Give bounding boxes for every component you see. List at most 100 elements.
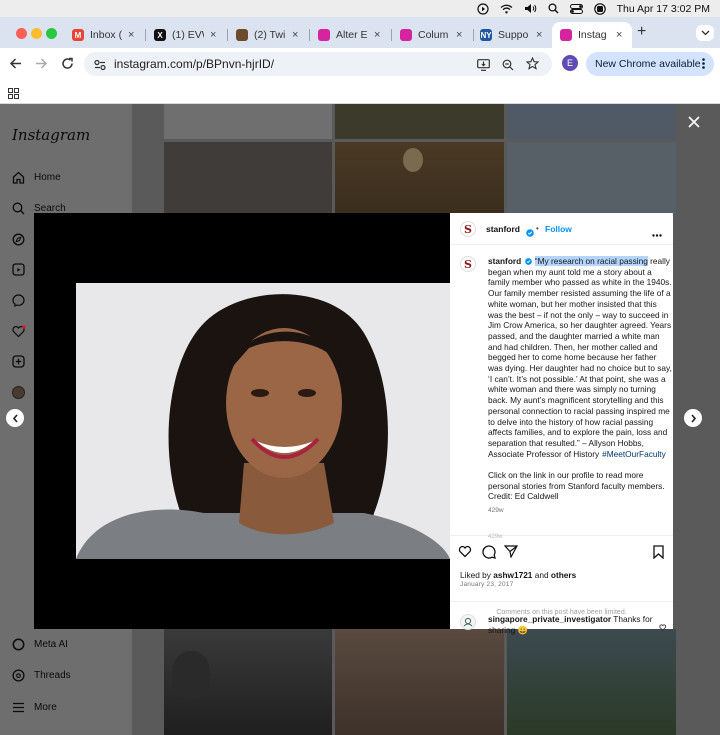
grid-tile[interactable]	[335, 142, 504, 214]
tab-7[interactable]: Instag ×	[552, 22, 632, 48]
more-options-icon[interactable]	[652, 224, 662, 242]
caption-age: 429w	[488, 507, 504, 515]
comment-like-heart-icon[interactable]	[659, 618, 667, 636]
tab-label: Alter Eg	[336, 29, 368, 41]
new-tab-button[interactable]: +	[637, 23, 646, 41]
close-tab-icon[interactable]: ×	[210, 29, 216, 41]
tab-1[interactable]: M Inbox (×	[64, 22, 146, 48]
close-modal-icon[interactable]	[688, 115, 700, 133]
caption-line: white woman, but her mother insisted tha…	[488, 299, 668, 310]
siri-icon[interactable]	[593, 2, 606, 15]
tab-search-button[interactable]	[696, 25, 714, 41]
spotlight-search-icon[interactable]	[548, 2, 559, 15]
liked-by-user[interactable]: ashw1721	[493, 570, 532, 580]
save-bookmark-icon[interactable]	[653, 545, 664, 564]
tab-2[interactable]: X (1) EVW ×	[146, 22, 228, 48]
address-bar[interactable]: instagram.com/p/BPnvn-hjrID/	[84, 52, 552, 76]
explore-icon[interactable]	[12, 233, 25, 251]
close-tab-icon[interactable]: ×	[616, 29, 622, 41]
notifications-heart-icon[interactable]	[12, 325, 26, 343]
caption-line-text: passed, and the daughter married a white…	[488, 330, 660, 341]
close-tab-icon[interactable]: ×	[536, 29, 542, 41]
close-tab-icon[interactable]: ×	[456, 29, 462, 41]
control-center-icon[interactable]	[569, 2, 583, 15]
tab-label: Instag	[578, 29, 607, 41]
site-settings-icon[interactable]	[94, 58, 106, 76]
grid-tile[interactable]	[507, 629, 676, 735]
grid-tile[interactable]	[335, 629, 504, 735]
tab-3[interactable]: (2) Twi ×	[228, 22, 310, 48]
sidebar-item-label: More	[34, 702, 57, 713]
caption-line: ‘I can’t. It’s not possible.’ At that po…	[488, 374, 668, 385]
comment-bubble-icon[interactable]	[482, 545, 496, 564]
close-tab-icon[interactable]: ×	[292, 29, 298, 41]
sidebar-item-meta-ai[interactable]: Meta AI	[12, 638, 68, 651]
profile-avatar[interactable]: E	[562, 55, 578, 71]
grid-tile[interactable]	[164, 104, 332, 139]
reels-icon[interactable]	[12, 263, 25, 281]
share-send-icon[interactable]	[503, 545, 519, 563]
reload-button[interactable]	[61, 57, 74, 75]
caption-line: Credit: Ed Caldwell	[488, 491, 559, 502]
caption-line: Associate Professor of History #MeetOurFa…	[488, 449, 668, 460]
post-photo[interactable]	[34, 213, 450, 629]
previous-post-button[interactable]	[6, 409, 24, 427]
like-heart-icon[interactable]	[458, 545, 473, 563]
grid-tile[interactable]	[164, 629, 332, 735]
stanford-avatar[interactable]: S	[460, 221, 476, 237]
apps-grid-icon[interactable]	[8, 86, 19, 104]
liked-by-others[interactable]: others	[551, 570, 576, 580]
window-close-button[interactable]	[16, 28, 27, 39]
tab-4[interactable]: Alter Eg ×	[310, 22, 392, 48]
grid-tile[interactable]	[164, 142, 332, 214]
grid-tile[interactable]	[507, 142, 676, 214]
sidebar-item-home[interactable]: Home	[12, 171, 61, 184]
grid-tile[interactable]	[335, 104, 504, 139]
sidebar-item-threads[interactable]: Threads	[12, 669, 71, 682]
follow-button[interactable]: Follow	[545, 224, 572, 234]
post-author-username[interactable]: stanford	[486, 224, 520, 234]
actions-divider	[450, 535, 673, 536]
install-app-icon[interactable]	[477, 58, 490, 76]
caption-line: passed, and the daughter married a white…	[488, 331, 668, 342]
window-zoom-button[interactable]	[46, 28, 57, 39]
zoom-icon[interactable]	[502, 58, 514, 76]
window-minimize-button[interactable]	[31, 28, 42, 39]
close-tab-icon[interactable]: ×	[374, 29, 380, 41]
instagram-logo[interactable]: Instagram	[12, 126, 90, 144]
caption-author-avatar[interactable]: S	[460, 256, 476, 272]
create-icon[interactable]	[12, 355, 25, 373]
tab-label: (1) EVW	[172, 29, 204, 41]
commenter-avatar[interactable]	[460, 614, 476, 630]
tab-6[interactable]: NY Suppo ×	[472, 22, 554, 48]
liked-by: Liked by ashw1721 and others	[460, 570, 576, 581]
messenger-icon[interactable]	[12, 294, 25, 312]
play-icon[interactable]	[477, 2, 489, 15]
kebab-menu-icon	[702, 58, 705, 72]
caption-author-username[interactable]: stanford	[488, 256, 521, 266]
url-text[interactable]: instagram.com/p/BPnvn-hjrID/	[114, 57, 274, 71]
grid-tile[interactable]	[507, 104, 676, 139]
wifi-icon[interactable]	[500, 2, 513, 15]
volume-icon[interactable]	[524, 2, 537, 15]
tab-label: Inbox (	[90, 29, 122, 41]
close-tab-icon[interactable]: ×	[128, 29, 134, 41]
x-icon: X	[154, 29, 166, 41]
profile-avatar-icon[interactable]	[12, 386, 25, 399]
sidebar-item-more[interactable]: More	[12, 701, 57, 714]
tab-strip: MInbox (×X(1) EVW×(2) Twi×Alter Eg×Colum…	[0, 17, 720, 48]
caption-line: to delve into the history of how racial …	[488, 417, 668, 428]
hashtag-link[interactable]: #MeetOurFaculty	[602, 449, 666, 459]
menubar-clock[interactable]: Thu Apr 17 3:02 PM	[617, 2, 710, 15]
tab-5[interactable]: Colum ×	[392, 22, 474, 48]
next-post-button[interactable]	[684, 409, 702, 427]
verified-badge-icon	[524, 257, 532, 265]
new-chrome-available-button[interactable]: New Chrome available	[586, 52, 714, 76]
forward-button[interactable]	[35, 57, 48, 75]
chandelier-shape	[403, 148, 423, 172]
caption-line: Click on the link in our profile to read…	[488, 470, 644, 481]
bookmark-star-icon[interactable]	[525, 56, 540, 75]
caption-line-text: separation that resulted.” – Allyson Hob…	[488, 437, 644, 448]
back-button[interactable]	[9, 57, 22, 75]
